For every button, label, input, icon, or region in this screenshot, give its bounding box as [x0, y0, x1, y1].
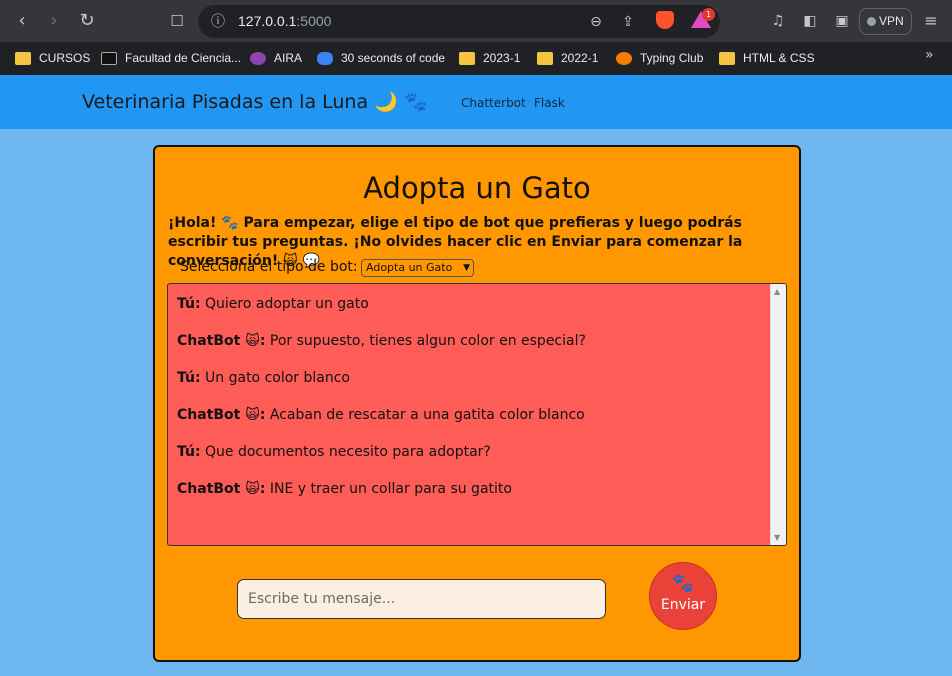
sidebar-icon[interactable]: ◧ — [800, 11, 820, 31]
faculty-logo-icon — [101, 51, 117, 65]
message-bot: ChatBot 🙀: Acaban de rescatar a una gati… — [177, 405, 767, 442]
bookmark-label: Facultad de Ciencia... — [125, 51, 242, 65]
menu-icon[interactable]: ≡ — [921, 10, 941, 32]
bookmark-30-seconds[interactable]: 30 seconds of code — [317, 47, 445, 69]
bookmark-label: HTML & CSS — [743, 51, 815, 65]
nav-link-chatterbot[interactable]: Chatterbot — [461, 96, 526, 110]
rewards-badge: 1 — [702, 8, 715, 21]
folder-icon — [537, 51, 553, 65]
message-text: Que documentos necesito para adoptar? — [200, 444, 491, 460]
zoom-icon[interactable]: ⊖ — [586, 12, 606, 32]
message-user: Tú: Que documentos necesito para adoptar… — [177, 442, 767, 479]
site-info-icon[interactable]: ⓘ — [208, 12, 228, 32]
bookmark-2022-1[interactable]: 2022-1 — [537, 47, 598, 69]
bookmark-label: Typing Club — [640, 51, 704, 65]
message-user: Tú: Quiero adoptar un gato — [177, 294, 767, 331]
nav-link-flask[interactable]: Flask — [534, 96, 565, 110]
typing-club-icon — [616, 51, 632, 65]
bookmark-cursos[interactable]: CURSOS — [15, 47, 90, 69]
vpn-button[interactable]: VPN — [859, 8, 912, 35]
message-bot: ChatBot 🙀: INE y traer un collar para su… — [177, 479, 767, 516]
bookmark-label: CURSOS — [39, 51, 91, 65]
browser-toolbar: ‹ › ↻ ☐ ⓘ 127.0.0.1:5000 ⊖ ⇪ 1 ♫ ◧ ▣ VPN… — [0, 0, 952, 42]
reload-icon[interactable]: ↻ — [74, 8, 100, 34]
message-sender: ChatBot 🙀: — [177, 481, 266, 497]
code-logo-icon — [317, 51, 333, 65]
bookmarks-bar: CURSOS Facultad de Ciencia... AIRA 30 se… — [0, 42, 952, 75]
vpn-status-icon — [867, 17, 876, 26]
folder-icon — [15, 51, 31, 65]
bookmark-icon[interactable]: ☐ — [164, 8, 190, 34]
message-text: INE y traer un collar para su gatito — [265, 481, 512, 497]
page-title: Adopta un Gato — [363, 171, 591, 205]
vpn-label: VPN — [879, 14, 904, 28]
bot-type-label: Selecciona el tipo de bot: — [180, 259, 358, 275]
bookmark-html-css[interactable]: HTML & CSS — [719, 47, 815, 69]
bookmark-facultad[interactable]: Facultad de Ciencia... — [101, 47, 241, 69]
chat-log[interactable]: Tú: Quiero adoptar un gato ChatBot 🙀: Po… — [167, 283, 787, 546]
message-text: Un gato color blanco — [200, 370, 350, 386]
chat-scrollbar[interactable]: ▲ ▼ — [770, 284, 786, 545]
message-sender: ChatBot 🙀: — [177, 407, 266, 423]
url-host: 127.0.0.1 — [238, 13, 297, 29]
bookmark-label: 2022-1 — [561, 51, 599, 65]
scroll-up-icon[interactable]: ▲ — [774, 287, 780, 296]
send-label: Enviar — [660, 597, 706, 613]
url-text[interactable]: 127.0.0.1:5000 — [238, 13, 331, 29]
chat-card: Adopta un Gato ¡Hola! 🐾 Para empezar, el… — [153, 145, 801, 662]
bookmarks-overflow-icon[interactable]: » — [925, 47, 934, 63]
forward-icon[interactable]: › — [41, 8, 67, 34]
aira-logo-icon — [250, 51, 266, 65]
brave-shields-icon[interactable] — [656, 11, 674, 29]
message-text: Acaban de rescatar a una gatita color bl… — [265, 407, 585, 423]
bookmark-label: AIRA — [274, 51, 303, 65]
message-text: Quiero adoptar un gato — [200, 296, 369, 312]
message-sender: Tú: — [177, 444, 201, 460]
url-port: :5000 — [296, 13, 332, 29]
bookmark-label: 30 seconds of code — [341, 51, 446, 65]
scroll-down-icon[interactable]: ▼ — [774, 533, 780, 542]
folder-icon — [719, 51, 735, 65]
message-bot: ChatBot 🙀: Por supuesto, tienes algun co… — [177, 331, 767, 368]
bookmark-aira[interactable]: AIRA — [250, 47, 302, 69]
message-list: Tú: Quiero adoptar un gato ChatBot 🙀: Po… — [177, 294, 767, 516]
media-icon[interactable]: ♫ — [768, 11, 788, 31]
bot-type-select[interactable]: Adopta un Gato ▼ — [361, 259, 474, 277]
site-brand[interactable]: Veterinaria Pisadas en la Luna 🌙 🐾 — [82, 90, 428, 113]
wallet-icon[interactable]: ▣ — [832, 11, 852, 31]
back-icon[interactable]: ‹ — [9, 8, 35, 34]
chevron-down-icon: ▼ — [463, 263, 470, 273]
send-button[interactable]: 🐾 Enviar — [649, 562, 717, 630]
browser-chrome: ‹ › ↻ ☐ ⓘ 127.0.0.1:5000 ⊖ ⇪ 1 ♫ ◧ ▣ VPN… — [0, 0, 952, 75]
folder-icon — [459, 51, 475, 65]
message-input[interactable] — [237, 579, 606, 619]
bookmark-typing-club[interactable]: Typing Club — [616, 47, 703, 69]
share-icon[interactable]: ⇪ — [618, 12, 638, 32]
address-bar[interactable]: ⓘ 127.0.0.1:5000 ⊖ ⇪ — [198, 5, 720, 38]
message-sender: Tú: — [177, 370, 201, 386]
bot-type-value: Adopta un Gato — [366, 261, 453, 274]
message-sender: Tú: — [177, 296, 201, 312]
message-sender: ChatBot 🙀: — [177, 333, 266, 349]
paw-icon: 🐾 — [671, 573, 695, 594]
message-text: Por supuesto, tienes algun color en espe… — [265, 333, 586, 349]
bookmark-2023-1[interactable]: 2023-1 — [459, 47, 520, 69]
bookmark-label: 2023-1 — [483, 51, 521, 65]
message-user: Tú: Un gato color blanco — [177, 368, 767, 405]
